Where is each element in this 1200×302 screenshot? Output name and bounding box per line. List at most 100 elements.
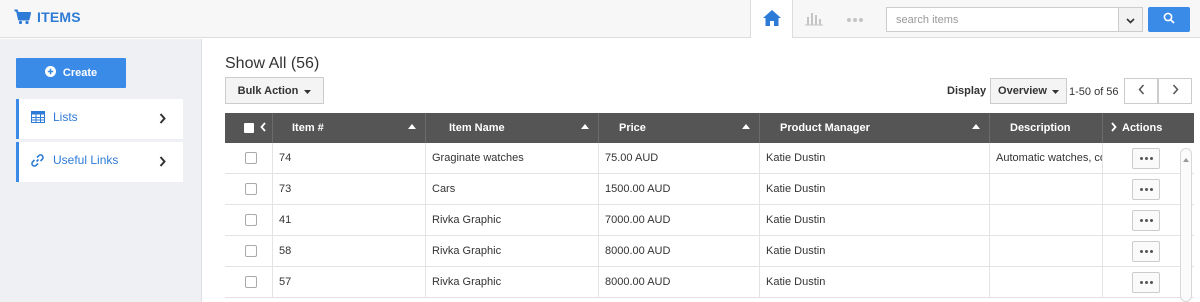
table-icon [31, 111, 45, 126]
display-select-value: Overview [998, 85, 1047, 97]
bar-chart-icon [804, 10, 824, 29]
cell-price: 75.00 AUD [599, 143, 760, 173]
sidebar-item-label: Useful Links [53, 153, 119, 167]
more-dots-icon [846, 12, 864, 26]
cell-product-manager: Katie Dustin [760, 143, 990, 173]
column-header-price[interactable]: Price [599, 113, 760, 143]
chevron-right-icon [1172, 84, 1179, 98]
column-label: Item Name [449, 122, 505, 134]
cart-icon [14, 9, 31, 25]
chevron-down-icon [1126, 13, 1135, 27]
table-body: 74 Graginate watches 75.00 AUD Katie Dus… [225, 143, 1194, 298]
main-content: Show All (56) Bulk Action Display Overvi… [202, 39, 1200, 302]
search-input[interactable] [886, 7, 1118, 32]
row-actions-button[interactable] [1132, 240, 1160, 262]
table-header: Item # Item Name Price Product Manager D… [225, 113, 1194, 143]
create-button[interactable]: Create [16, 58, 126, 88]
cell-item-number: 57 [273, 267, 426, 297]
row-checkbox[interactable] [245, 183, 257, 195]
cell-product-manager: Katie Dustin [760, 236, 990, 266]
cell-item-name: Rivka Graphic [426, 236, 599, 266]
cell-item-number: 41 [273, 205, 426, 235]
home-icon [762, 9, 782, 30]
column-label: Price [619, 122, 646, 134]
column-label: Actions [1122, 122, 1163, 134]
display-label: Display [947, 85, 987, 97]
cell-price: 1500.00 AUD [599, 174, 760, 204]
row-checkbox[interactable] [245, 245, 257, 257]
row-checkbox[interactable] [245, 152, 257, 164]
cell-product-manager: Katie Dustin [760, 205, 990, 235]
plus-circle-icon [44, 66, 56, 80]
row-actions-button[interactable] [1132, 147, 1160, 169]
sidebar-item-useful-links[interactable]: Useful Links [16, 142, 183, 182]
table-row[interactable]: 41 Rivka Graphic 7000.00 AUD Katie Dusti… [225, 205, 1194, 236]
reports-tab[interactable] [792, 0, 834, 38]
link-icon [31, 154, 44, 170]
bulk-action-label: Bulk Action [237, 84, 299, 97]
row-actions-button[interactable] [1132, 209, 1160, 231]
caret-down-icon [304, 85, 312, 97]
cell-description: Automatic watches, cor [990, 143, 1103, 173]
chevron-right-icon [159, 113, 166, 127]
cell-description [990, 267, 1103, 297]
table-row[interactable]: 74 Graginate watches 75.00 AUD Katie Dus… [225, 143, 1194, 174]
column-header-description[interactable]: Description [990, 113, 1103, 143]
cell-product-manager: Katie Dustin [760, 174, 990, 204]
row-checkbox[interactable] [245, 214, 257, 226]
cell-item-name: Graginate watches [426, 143, 599, 173]
sort-asc-icon [408, 124, 416, 129]
column-header-product-manager[interactable]: Product Manager [760, 113, 990, 143]
cell-description [990, 236, 1103, 266]
column-label: Description [1010, 122, 1071, 134]
caret-down-icon [1051, 85, 1059, 97]
cell-item-number: 74 [273, 143, 426, 173]
table-row[interactable]: 58 Rivka Graphic 8000.00 AUD Katie Dusti… [225, 236, 1194, 267]
next-page-button[interactable] [1158, 78, 1192, 104]
column-header-actions[interactable]: Actions [1103, 113, 1194, 143]
collapse-chevron-icon[interactable] [260, 121, 266, 135]
chevron-left-icon [1137, 84, 1145, 98]
cell-item-number: 58 [273, 236, 426, 266]
cell-item-number: 73 [273, 174, 426, 204]
search-dropdown-button[interactable] [1118, 7, 1143, 32]
column-label: Item # [292, 122, 324, 134]
cell-price: 8000.00 AUD [599, 267, 760, 297]
select-all-checkbox[interactable] [244, 123, 254, 133]
search-icon [1163, 12, 1175, 27]
sidebar-item-lists[interactable]: Lists [16, 99, 183, 139]
sidebar-item-label: Lists [53, 110, 78, 124]
cell-item-name: Cars [426, 174, 599, 204]
prev-page-button[interactable] [1124, 78, 1158, 104]
cell-item-name: Rivka Graphic [426, 267, 599, 297]
row-actions-button[interactable] [1132, 178, 1160, 200]
home-tab[interactable] [750, 0, 792, 38]
column-header-item-number[interactable]: Item # [273, 113, 426, 143]
row-actions-button[interactable] [1132, 271, 1160, 293]
column-label: Product Manager [780, 122, 870, 134]
sort-asc-icon [972, 124, 980, 129]
column-header-item-name[interactable]: Item Name [426, 113, 599, 143]
cell-product-manager: Katie Dustin [760, 267, 990, 297]
search-button[interactable] [1148, 7, 1190, 32]
cell-price: 7000.00 AUD [599, 205, 760, 235]
table-row[interactable]: 57 Rivka Graphic 8000.00 AUD Katie Dusti… [225, 267, 1194, 298]
cell-item-name: Rivka Graphic [426, 205, 599, 235]
top-bar: ITEMS [0, 0, 1200, 38]
chevron-right-icon [159, 156, 166, 170]
table-scrollbar[interactable] [1180, 148, 1192, 302]
sidebar: Create Lists Useful Links [0, 39, 202, 302]
search-box [886, 7, 1143, 32]
display-select[interactable]: Overview [990, 78, 1067, 104]
scroll-up-arrow-icon [1183, 151, 1189, 165]
select-all-column [225, 113, 273, 143]
app-brand[interactable]: ITEMS [14, 9, 81, 25]
sort-asc-icon [742, 124, 750, 129]
pagination-range: 1-50 of 56 [1069, 86, 1119, 98]
bulk-action-button[interactable]: Bulk Action [225, 77, 324, 104]
row-checkbox[interactable] [245, 276, 257, 288]
table-row[interactable]: 73 Cars 1500.00 AUD Katie Dustin [225, 174, 1194, 205]
sort-asc-icon [581, 124, 589, 129]
create-button-label: Create [62, 67, 98, 79]
more-tab[interactable] [834, 0, 876, 38]
